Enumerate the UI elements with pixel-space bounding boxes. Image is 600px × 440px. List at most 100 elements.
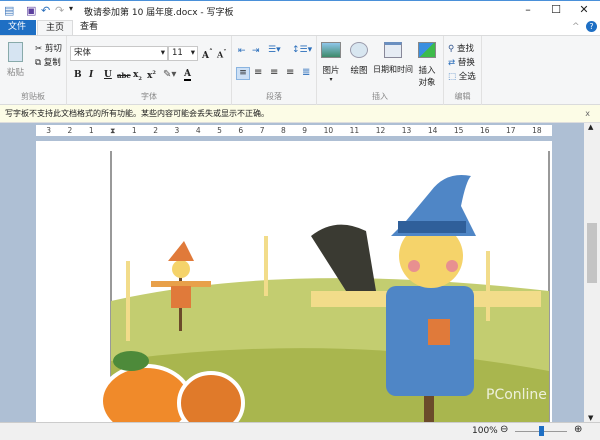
ruler-tick-label: 16 [479, 126, 490, 135]
font-color-icon[interactable]: A [184, 69, 191, 81]
font-name-select[interactable]: 宋体 ▾ [70, 46, 168, 61]
copy-label: 复制 [43, 58, 61, 68]
title-bar: ▤ ▣ ↶ ↷ ▾ 敬请参加第 10 届年度.docx - 写字板 – ☐ ✕ [0, 0, 600, 20]
scroll-thumb[interactable] [587, 223, 597, 283]
ruler-tick-label: 11 [349, 126, 360, 135]
select-all-icon: ⬚ [448, 72, 457, 82]
increase-indent-icon[interactable]: ⇥ [252, 46, 260, 56]
tab-view[interactable]: 查看 [72, 20, 106, 35]
align-right-button[interactable]: ≡ [270, 67, 278, 78]
paint-palette-icon [350, 42, 368, 58]
status-bar: 100% ⊖ ⊕ [0, 422, 600, 440]
paragraph-settings-icon[interactable]: ≣ [302, 67, 310, 78]
insert-object-button[interactable]: 插入 对象 [415, 42, 439, 88]
insert-datetime-button[interactable]: 日期和时间 [373, 42, 413, 75]
copy-button[interactable]: ⧉ 复制 [35, 56, 61, 68]
ruler-tick-label: 1 [88, 126, 94, 135]
zoom-level: 100% [472, 426, 498, 436]
strikethrough-button[interactable]: abc [117, 71, 131, 80]
ruler-tick-label: 12 [375, 126, 386, 135]
collapse-ribbon-icon[interactable]: ^ [572, 22, 580, 32]
ruler-tick-label: 10 [323, 126, 334, 135]
decrease-indent-icon[interactable]: ⇤ [238, 46, 246, 56]
cut-label: 剪切 [44, 44, 62, 54]
ruler-tick-label: 1 [131, 126, 137, 135]
bold-button[interactable]: B [74, 70, 82, 80]
insert-group-label: 插入 [372, 92, 388, 101]
paste-button[interactable]: 粘贴 [7, 66, 24, 78]
compatibility-notice: 写字板不支持此文档格式的所有功能。某些内容可能会丢失或显示不正确。 x [0, 105, 600, 123]
indent-marker[interactable]: ⧗ [110, 126, 115, 136]
scroll-up-icon[interactable]: ▲ [588, 123, 593, 131]
datetime-label: 日期和时间 [373, 65, 413, 74]
select-all-button[interactable]: ⬚ 全选 [448, 70, 476, 82]
font-size-select[interactable]: 11 ▾ [168, 46, 198, 61]
cut-button[interactable]: ✂ 剪切 [35, 42, 62, 54]
font-name-value: 宋体 [74, 48, 92, 58]
replace-label: 替换 [457, 58, 475, 68]
justify-button[interactable]: ≡ [286, 67, 294, 78]
minimize-button[interactable]: – [515, 3, 541, 16]
ruler-tick-label: 15 [453, 126, 464, 135]
vertical-scrollbar[interactable]: ▲ ▼ [584, 123, 600, 422]
calendar-icon [384, 42, 402, 58]
ruler[interactable]: 3 2 1 ⧗ 1 2 3 4 5 6 7 8 9 10 11 12 13 14 15 16 17 18 [36, 125, 552, 136]
underline-button[interactable]: U [104, 70, 112, 80]
clipboard-group-label: 剪贴板 [21, 92, 45, 101]
ruler-tick-label: 14 [427, 126, 438, 135]
tab-home[interactable]: 主页 [37, 20, 74, 35]
select-all-label: 全选 [458, 72, 476, 82]
zoom-slider-thumb[interactable] [539, 426, 544, 436]
save-icon[interactable]: ▣ [26, 4, 36, 17]
superscript-button[interactable]: x2 [147, 70, 156, 81]
redo-icon[interactable]: ↷ [55, 4, 64, 17]
ruler-tick-label: 13 [401, 126, 412, 135]
ruler-tick-label: 9 [302, 126, 308, 135]
subscript-button[interactable]: x2 [133, 70, 142, 82]
grow-font-icon[interactable]: A˄ [202, 47, 213, 61]
insert-picture-button[interactable]: 图片 ▾ [321, 42, 341, 83]
picture-label: 图片 [322, 66, 340, 76]
replace-icon: ⇄ [448, 58, 456, 68]
ruler-tick-label: 17 [506, 126, 516, 135]
app-icon: ▤ [4, 4, 15, 17]
notice-close-button[interactable]: x [585, 105, 590, 123]
paste-icon[interactable] [8, 42, 23, 62]
highlight-color-icon[interactable]: ✎▾ [163, 69, 176, 80]
picture-icon [321, 42, 341, 58]
zoom-out-button[interactable]: ⊖ [500, 424, 508, 435]
undo-icon[interactable]: ↶ [41, 4, 50, 17]
notice-text: 写字板不支持此文档格式的所有功能。某些内容可能会丢失或显示不正确。 [5, 109, 269, 118]
maximize-button[interactable]: ☐ [543, 3, 569, 16]
line-spacing-icon[interactable]: ↕☰▾ [292, 45, 312, 55]
ruler-tick-label: 4 [195, 126, 201, 135]
italic-button[interactable]: I [89, 70, 93, 80]
customize-quick-access-icon[interactable]: ▾ [69, 4, 73, 13]
zoom-in-button[interactable]: ⊕ [574, 424, 582, 435]
clipboard-group: 粘贴 ✂ 剪切 ⧉ 复制 剪贴板 [0, 36, 67, 105]
font-group-label: 字体 [141, 92, 157, 101]
paragraph-group: ⇤ ⇥ ☰▾ ↕☰▾ ≡ ≡ ≡ ≡ ≣ 段落 [232, 36, 317, 105]
paint-label: 绘图 [350, 66, 368, 76]
insert-paint-button[interactable]: 绘图 [347, 42, 371, 76]
scroll-down-icon[interactable]: ▼ [588, 414, 593, 422]
shrink-font-icon[interactable]: A˅ [217, 48, 227, 60]
scarecrow-illustration: PConline [99, 151, 550, 438]
watermark-logo: PConline [486, 387, 547, 403]
bullets-icon[interactable]: ☰▾ [268, 45, 281, 55]
align-left-button[interactable]: ≡ [236, 67, 250, 80]
replace-button[interactable]: ⇄ 替换 [448, 56, 475, 68]
ruler-tick-label: 7 [259, 126, 265, 135]
help-icon[interactable]: ? [586, 21, 597, 32]
ruler-tick-label: 2 [153, 126, 158, 135]
edit-group: ⚲ 查找 ⇄ 替换 ⬚ 全选 编辑 [444, 36, 482, 105]
find-label: 查找 [456, 44, 474, 54]
tab-file[interactable]: 文件 [0, 20, 36, 35]
close-button[interactable]: ✕ [571, 3, 597, 16]
ruler-tick-label: 2 [67, 126, 73, 135]
align-center-button[interactable]: ≡ [254, 67, 262, 78]
document-page[interactable]: PConline [36, 141, 552, 438]
ruler-tick-label: 18 [532, 126, 542, 135]
ruler-tick-label: 5 [217, 126, 222, 135]
find-button[interactable]: ⚲ 查找 [448, 42, 474, 54]
